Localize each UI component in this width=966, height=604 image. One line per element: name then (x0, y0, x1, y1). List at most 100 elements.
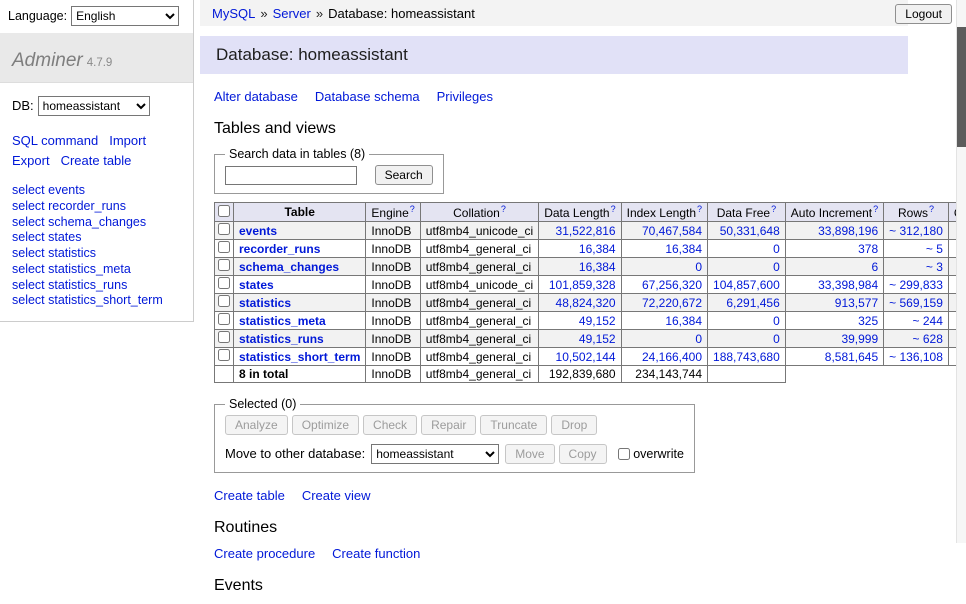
scrollbar[interactable] (956, 0, 966, 543)
logout-button[interactable]: Logout (895, 4, 952, 24)
move-db-select[interactable]: homeassistant (371, 444, 499, 464)
sidebar-item-select-statistics[interactable]: select statistics (12, 246, 193, 261)
row-checkbox[interactable] (218, 223, 230, 235)
data-length-link[interactable]: 48,824,320 (556, 296, 616, 310)
optimize-button[interactable]: Optimize (292, 415, 359, 435)
row-checkbox[interactable] (218, 349, 230, 361)
sidebar-item-select-recorder-runs[interactable]: select recorder_runs (12, 199, 193, 214)
index-length-link[interactable]: 16,384 (665, 314, 702, 328)
auto-increment-link[interactable]: 378 (858, 242, 878, 256)
rows-link[interactable]: ~ 5 (926, 242, 943, 256)
row-checkbox[interactable] (218, 331, 230, 343)
help-icon[interactable]: ? (771, 204, 776, 214)
create-table-link[interactable]: Create table (214, 488, 285, 503)
breadcrumb-item-server[interactable]: Server (273, 6, 311, 21)
auto-increment-link[interactable]: 33,398,984 (818, 278, 878, 292)
auto-increment-link[interactable]: 8,581,645 (825, 350, 878, 364)
copy-button[interactable]: Copy (559, 444, 607, 464)
row-checkbox[interactable] (218, 277, 230, 289)
create-function-link[interactable]: Create function (332, 546, 420, 561)
drop-button[interactable]: Drop (551, 415, 597, 435)
rows-link[interactable]: ~ 299,833 (889, 278, 943, 292)
privileges-link[interactable]: Privileges (437, 89, 493, 104)
database-schema-link[interactable]: Database schema (315, 89, 420, 104)
rows-link[interactable]: ~ 244 (913, 314, 943, 328)
repair-button[interactable]: Repair (421, 415, 476, 435)
sidebar-item-select-statistics-short-term[interactable]: select statistics_short_term (12, 293, 193, 308)
rows-link[interactable]: ~ 3 (926, 260, 943, 274)
table-link-events[interactable]: events (239, 224, 277, 238)
auto-increment-link[interactable]: 6 (871, 260, 878, 274)
data-length-link[interactable]: 31,522,816 (556, 224, 616, 238)
table-link-recorder-runs[interactable]: recorder_runs (239, 242, 320, 256)
language-select[interactable]: English (71, 6, 179, 26)
sidebar-item-select-states[interactable]: select states (12, 230, 193, 245)
data-free-link[interactable]: 0 (773, 260, 780, 274)
help-icon[interactable]: ? (410, 204, 415, 214)
table-link-states[interactable]: states (239, 278, 274, 292)
index-length-link[interactable]: 70,467,584 (642, 224, 702, 238)
index-length-link[interactable]: 24,166,400 (642, 350, 702, 364)
data-free-link[interactable]: 104,857,600 (713, 278, 780, 292)
auto-increment-link[interactable]: 325 (858, 314, 878, 328)
create-view-link[interactable]: Create view (302, 488, 371, 503)
help-icon[interactable]: ? (697, 204, 702, 214)
data-length-link[interactable]: 16,384 (579, 242, 616, 256)
rows-link[interactable]: ~ 628 (913, 332, 943, 346)
table-link-schema-changes[interactable]: schema_changes (239, 260, 339, 274)
auto-increment-link[interactable]: 39,999 (841, 332, 878, 346)
data-length-link[interactable]: 16,384 (579, 260, 616, 274)
alter-database-link[interactable]: Alter database (214, 89, 298, 104)
search-input[interactable] (225, 166, 357, 185)
sql-command-link[interactable]: SQL command (12, 133, 98, 148)
data-length-link[interactable]: 49,152 (579, 332, 616, 346)
help-icon[interactable]: ? (929, 204, 934, 214)
row-checkbox[interactable] (218, 259, 230, 271)
row-checkbox[interactable] (218, 241, 230, 253)
sidebar-item-select-events[interactable]: select events (12, 183, 193, 198)
move-button[interactable]: Move (505, 444, 554, 464)
overwrite-checkbox[interactable] (618, 448, 630, 460)
index-length-link[interactable]: 72,220,672 (642, 296, 702, 310)
index-length-link[interactable]: 16,384 (665, 242, 702, 256)
import-link[interactable]: Import (109, 133, 146, 148)
table-link-statistics[interactable]: statistics (239, 296, 291, 310)
index-length-link[interactable]: 0 (695, 332, 702, 346)
data-length-link[interactable]: 10,502,144 (556, 350, 616, 364)
data-free-link[interactable]: 188,743,680 (713, 350, 780, 364)
create-procedure-link[interactable]: Create procedure (214, 546, 315, 561)
analyze-button[interactable]: Analyze (225, 415, 288, 435)
data-length-link[interactable]: 101,859,328 (549, 278, 616, 292)
rows-link[interactable]: ~ 312,180 (889, 224, 943, 238)
check-button[interactable]: Check (363, 415, 417, 435)
create-table-link[interactable]: Create table (61, 153, 132, 168)
breadcrumb-item-mysql[interactable]: MySQL (212, 6, 255, 21)
scrollbar-thumb[interactable] (957, 27, 966, 147)
sidebar-item-select-statistics-runs[interactable]: select statistics_runs (12, 278, 193, 293)
index-length-link[interactable]: 0 (695, 260, 702, 274)
help-icon[interactable]: ? (611, 204, 616, 214)
auto-increment-link[interactable]: 33,898,196 (818, 224, 878, 238)
data-free-link[interactable]: 50,331,648 (720, 224, 780, 238)
auto-increment-link[interactable]: 913,577 (835, 296, 878, 310)
data-free-link[interactable]: 0 (773, 332, 780, 346)
row-checkbox[interactable] (218, 295, 230, 307)
help-icon[interactable]: ? (501, 204, 506, 214)
search-button[interactable]: Search (375, 165, 433, 185)
sidebar-item-select-statistics-meta[interactable]: select statistics_meta (12, 262, 193, 277)
rows-link[interactable]: ~ 136,108 (889, 350, 943, 364)
sidebar-item-select-schema-changes[interactable]: select schema_changes (12, 215, 193, 230)
table-link-statistics-runs[interactable]: statistics_runs (239, 332, 324, 346)
data-length-link[interactable]: 49,152 (579, 314, 616, 328)
row-checkbox[interactable] (218, 313, 230, 325)
data-free-link[interactable]: 0 (773, 242, 780, 256)
table-link-statistics-meta[interactable]: statistics_meta (239, 314, 326, 328)
truncate-button[interactable]: Truncate (480, 415, 547, 435)
db-select[interactable]: homeassistant (38, 96, 150, 116)
data-free-link[interactable]: 0 (773, 314, 780, 328)
export-link[interactable]: Export (12, 153, 50, 168)
select-all-checkbox[interactable] (218, 205, 230, 217)
index-length-link[interactable]: 67,256,320 (642, 278, 702, 292)
rows-link[interactable]: ~ 569,159 (889, 296, 943, 310)
data-free-link[interactable]: 6,291,456 (726, 296, 779, 310)
